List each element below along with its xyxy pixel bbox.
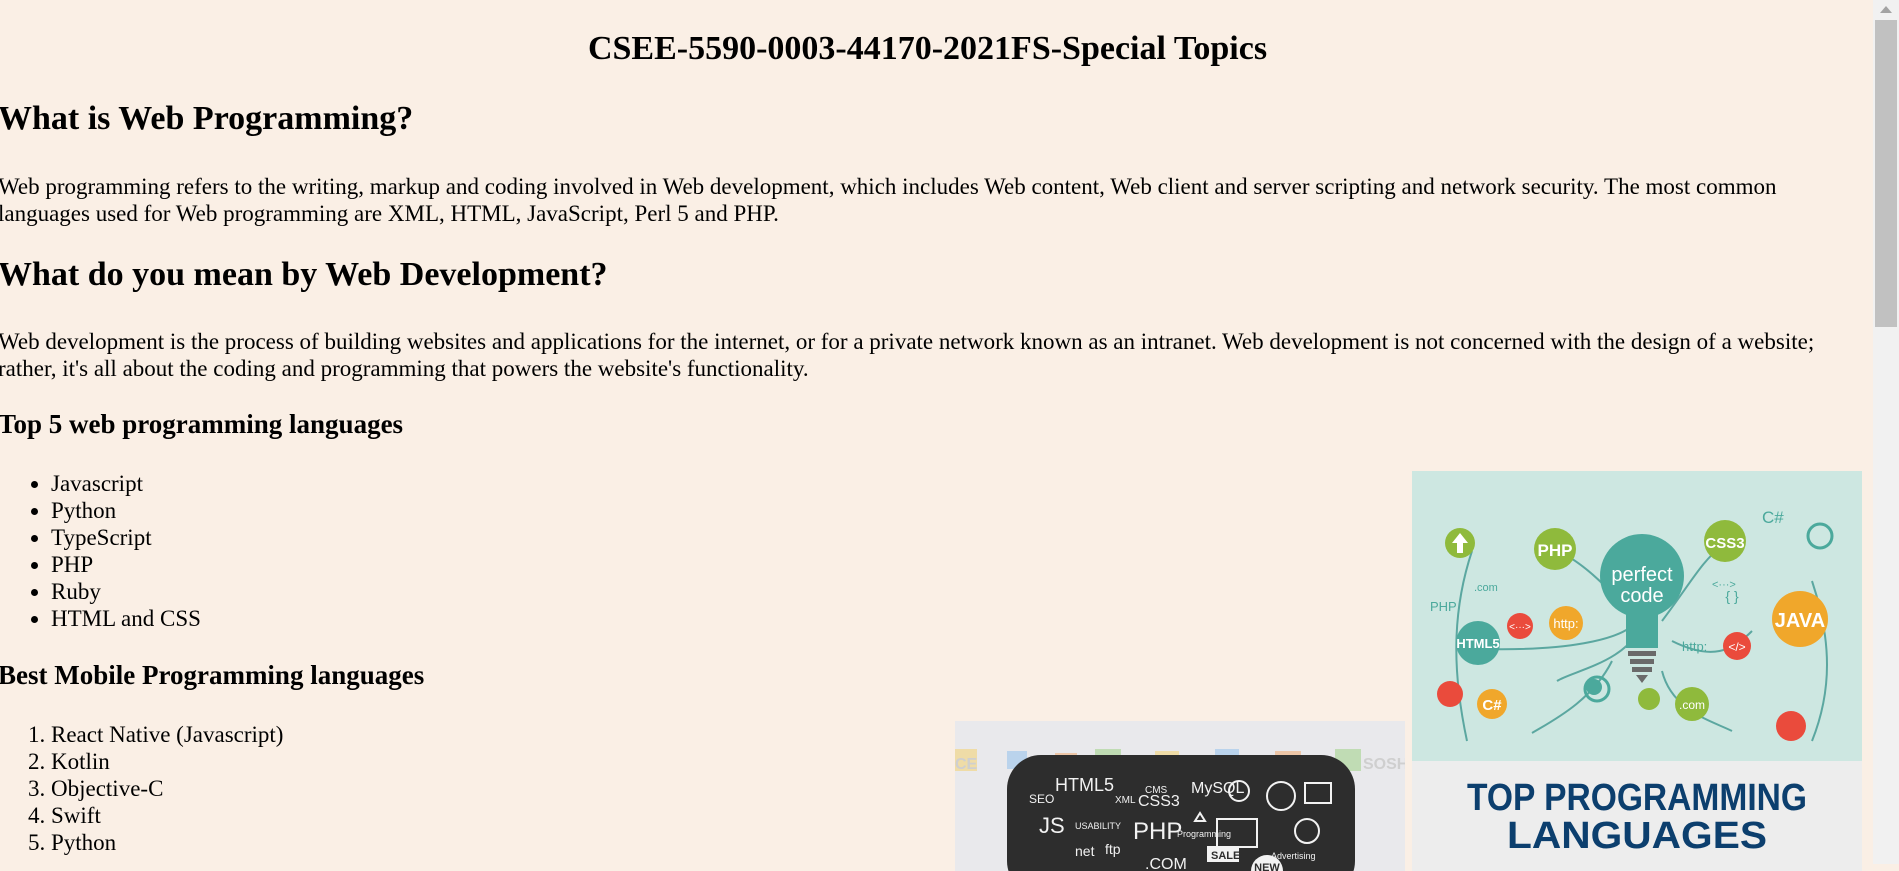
image-text: USABILITY [1075,821,1121,831]
top-programming-languages-image: TOP PROGRAMMING LANGUAGES [1412,761,1862,871]
page-title: CSEE-5590-0003-44170-2021FS-Special Topi… [587,30,1268,67]
image-text: C# [1482,697,1502,714]
image-text: code [1620,585,1663,607]
image-text: </> [1728,640,1745,654]
image-text: CSS3 [1138,793,1180,810]
paragraph-web-programming: Web programming refers to the writing, m… [0,174,1777,226]
image-text: MySQL [1191,780,1244,797]
svg-text:http:: http: [1682,639,1707,654]
image-text: JAVA [1775,610,1825,632]
svg-text:<···>: <···> [1712,579,1736,591]
image-text: SEO [1029,792,1054,806]
image-text: PHP [1538,541,1573,560]
image-text: NEW [1254,862,1280,871]
image-text: perfect [1611,564,1673,586]
list-item: Swift [51,802,283,829]
image-text: TOP PROGRAMMING [1467,777,1807,819]
svg-text:CE: CE [955,756,978,773]
svg-text:PHP: PHP [1430,599,1457,614]
image-text: SOSH [1363,756,1405,773]
image-text: HTML5 [1456,636,1499,651]
image-text: SALE [1211,850,1240,862]
scroll-up-arrow-icon[interactable] [1880,6,1892,13]
list-top-web-languages: Javascript Python TypeScript PHP Ruby HT… [0,470,201,632]
list-item: TypeScript [51,524,201,551]
image-text: PHP [1133,818,1182,845]
svg-text:.com: .com [1474,582,1498,594]
vertical-scrollbar[interactable] [1873,0,1899,864]
image-text: net [1075,843,1095,859]
image-text: JS [1039,813,1065,838]
paragraph-web-development: Web development is the process of buildi… [0,329,1815,381]
list-item: Kotlin [51,748,283,775]
image-text: HTML5 [1055,775,1114,795]
image-text: CSS3 [1705,535,1744,552]
svg-text:C#: C# [1762,508,1784,527]
image-text: <···> [1509,622,1531,633]
web-development-chalkboard-image: CE SOSH SEO HTML5 XML CMS CSS3 MySQL JS … [955,721,1405,871]
list-item: Ruby [51,578,201,605]
list-item: HTML and CSS [51,605,201,632]
image-text: ftp [1105,841,1121,857]
list-mobile-languages: React Native (Javascript) Kotlin Objecti… [0,721,283,856]
list-item: Objective-C [51,775,283,802]
heading-mobile-languages: Best Mobile Programming languages [0,660,425,690]
image-text: .com [1679,698,1705,712]
list-item: React Native (Javascript) [51,721,283,748]
page-content: CSEE-5590-0003-44170-2021FS-Special Topi… [0,0,1870,871]
list-item: Javascript [51,470,201,497]
heading-top-web-languages: Top 5 web programming languages [0,409,404,439]
heading-web-development: What do you mean by Web Development? [0,256,608,293]
image-text: Programming [1177,829,1231,839]
image-text: LANGUAGES [1507,815,1767,857]
programming-languages-image: perfect code PHP CSS3 HTML5 http: <···> … [1412,471,1862,761]
scrollbar-thumb[interactable] [1875,20,1897,327]
list-item: Python [51,497,201,524]
list-item: PHP [51,551,201,578]
list-item: Python [51,829,283,856]
heading-web-programming: What is Web Programming? [0,100,414,137]
image-text: XML [1115,795,1136,806]
image-text: http: [1553,616,1578,631]
